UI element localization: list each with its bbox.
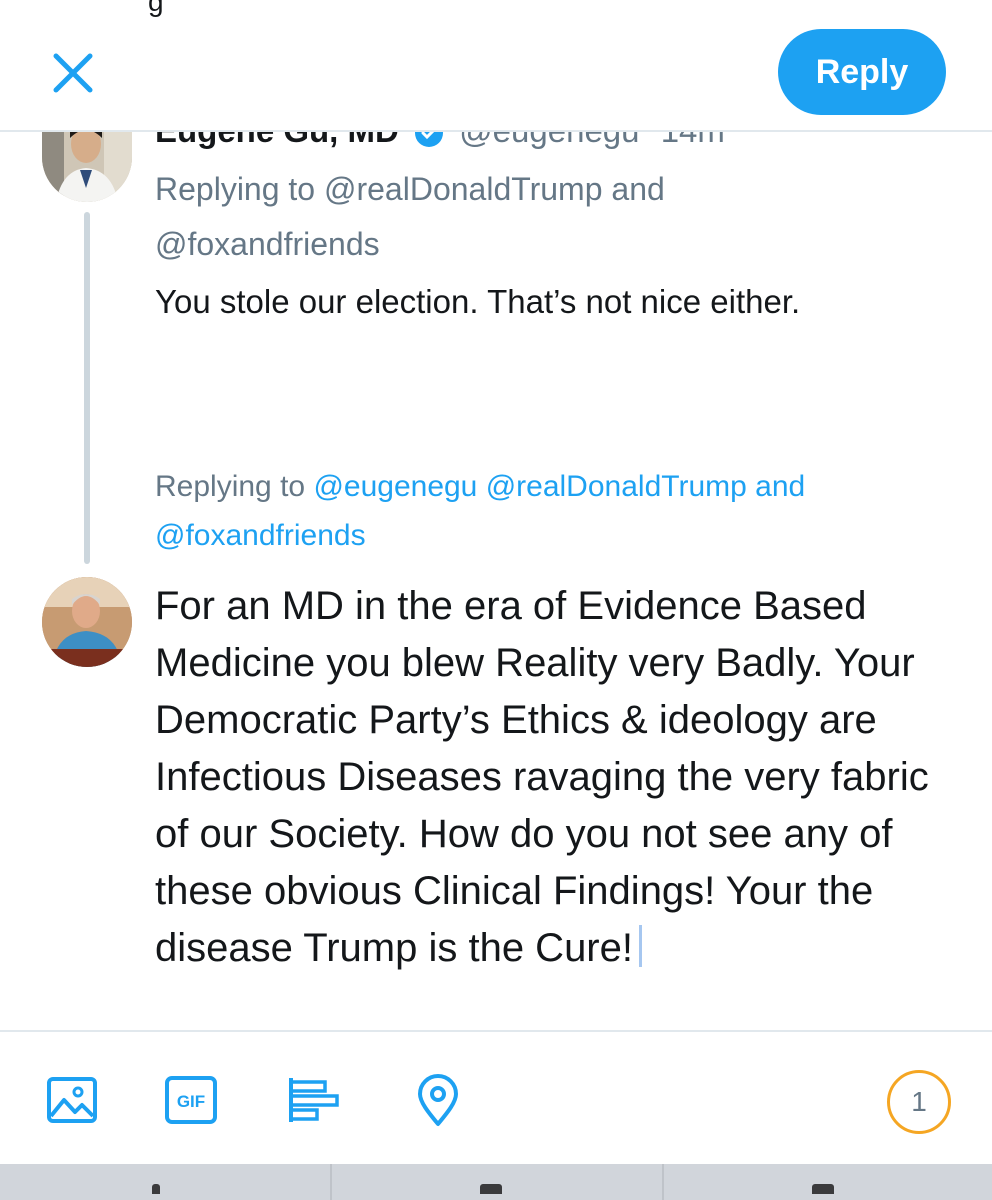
user-photo (42, 577, 132, 667)
avatar[interactable] (42, 132, 132, 202)
add-image-button[interactable] (44, 1072, 100, 1128)
add-location-button[interactable] (410, 1072, 466, 1128)
compose-replying-to[interactable]: Replying to @eugenegu @realDonaldTrump a… (155, 462, 955, 560)
tweet-header: Eugene Gu, MD @eugenegu 14m (155, 132, 725, 150)
keyboard-suggestion-bar[interactable] (0, 1164, 992, 1200)
keyboard-divider (330, 1164, 332, 1200)
close-icon (53, 53, 93, 93)
keyboard-divider (662, 1164, 664, 1200)
thread-content[interactable]: Eugene Gu, MD @eugenegu 14m Replying to … (0, 132, 992, 1030)
reply-button[interactable]: Reply (778, 29, 946, 115)
compose-toolbar: GIF 1 (0, 1032, 992, 1164)
svg-text:GIF: GIF (177, 1092, 205, 1111)
replying-to-prefix: Replying to (155, 470, 306, 503)
add-poll-button[interactable] (285, 1072, 341, 1128)
character-counter: 1 (887, 1070, 951, 1134)
compose-textarea[interactable]: For an MD in the era of Evidence Based M… (155, 578, 945, 977)
add-gif-button[interactable]: GIF (163, 1072, 219, 1128)
top-bar: g Reply (0, 0, 992, 130)
location-icon (418, 1074, 458, 1126)
keyboard-key-glyph (812, 1184, 834, 1194)
verified-badge-icon (415, 132, 444, 148)
tweet-time: 14m (661, 132, 725, 149)
gif-icon: GIF (165, 1076, 217, 1124)
keyboard-key-glyph (152, 1184, 160, 1194)
keyboard-key-glyph (480, 1184, 502, 1194)
author-photo (42, 132, 132, 202)
compose-reply-screen: g Reply Eugene Gu, MD (0, 0, 992, 1200)
tweet-text: You stole our election. That’s not nice … (155, 283, 801, 320)
close-button[interactable] (50, 50, 96, 96)
text-cursor (639, 925, 642, 967)
cut-off-status-text: g (148, 0, 164, 17)
avatar[interactable] (42, 577, 132, 667)
image-icon (47, 1077, 97, 1123)
author-name[interactable]: Eugene Gu, MD (155, 132, 399, 149)
compose-text-content: For an MD in the era of Evidence Based M… (155, 584, 929, 970)
thread-connector-line (84, 212, 90, 564)
author-handle[interactable]: @eugenegu (459, 132, 639, 149)
replying-to-label: Replying to @realDonaldTrump and @foxand… (155, 171, 665, 262)
poll-icon (289, 1078, 339, 1122)
